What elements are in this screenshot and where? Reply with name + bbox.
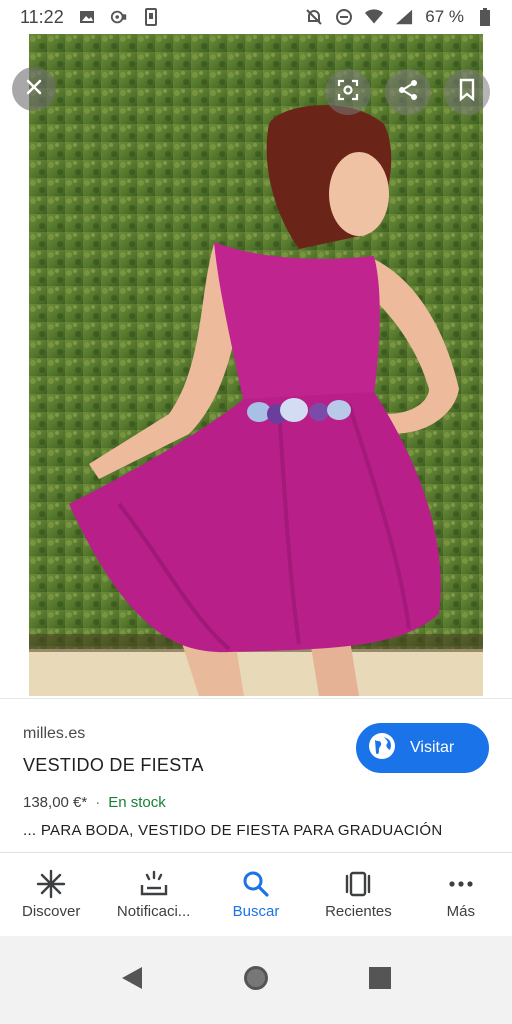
status-time: 11:22 (20, 6, 64, 27)
back-icon (120, 965, 144, 996)
price-row: 138,00 €* · En stock (23, 794, 166, 811)
status-bar: 11:22 67 % (0, 0, 512, 34)
nav-label: Buscar (232, 903, 280, 920)
nav-notifications[interactable]: Notificaci... (102, 853, 204, 936)
separator: · (95, 794, 101, 811)
system-nav-bar (0, 936, 512, 1024)
overview-icon (369, 966, 391, 994)
more-icon (446, 869, 476, 899)
nav-recents[interactable]: Recientes (307, 853, 409, 936)
share-button[interactable] (385, 69, 431, 115)
nav-discover[interactable]: Discover (0, 853, 102, 936)
search-icon (241, 869, 271, 899)
battery-percent: 67 % (425, 7, 464, 26)
nav-label: Recientes (325, 903, 392, 920)
wifi-icon (365, 8, 384, 26)
phone-icon (142, 8, 160, 26)
signal-icon (395, 8, 413, 26)
lens-button[interactable] (325, 69, 371, 115)
image-icon (78, 8, 96, 26)
overview-button[interactable] (366, 966, 394, 994)
price: 138,00 €* (23, 794, 88, 811)
battery-icon (476, 8, 494, 26)
assistant-icon (110, 8, 128, 26)
close-button[interactable] (12, 67, 56, 111)
dnd-icon (335, 8, 353, 26)
nav-search[interactable]: Buscar (205, 853, 307, 936)
source-domain[interactable]: milles.es (23, 725, 85, 743)
nav-label: Notificaci... (116, 903, 191, 920)
result-info: milles.es VESTIDO DE FIESTA Visitar 138,… (0, 698, 512, 854)
share-icon (396, 78, 420, 107)
close-icon (25, 78, 43, 101)
bottom-nav: Discover Notificaci... Buscar Recientes … (0, 852, 512, 936)
visit-label: Visitar (410, 739, 455, 756)
asterisk-icon (36, 869, 66, 899)
recents-icon (343, 869, 373, 899)
nav-label: Más (446, 903, 475, 920)
notifications-icon (139, 869, 169, 899)
mute-icon (305, 8, 323, 26)
bookmark-icon (457, 78, 477, 107)
home-button[interactable] (242, 964, 270, 997)
result-title[interactable]: VESTIDO DE FIESTA (23, 755, 204, 776)
back-button[interactable] (118, 966, 146, 994)
nav-label: Discover (22, 903, 81, 920)
lens-icon (336, 78, 360, 107)
home-icon (242, 964, 270, 997)
result-description: ... PARA BODA, VESTIDO DE FIESTA PARA GR… (23, 822, 443, 839)
save-button[interactable] (444, 69, 490, 115)
globe-icon (368, 732, 396, 765)
image-viewer (0, 34, 512, 698)
product-photo[interactable] (29, 34, 483, 696)
stock-status: En stock (108, 794, 166, 811)
nav-more[interactable]: Más (410, 853, 512, 936)
visit-button[interactable]: Visitar (356, 723, 489, 773)
